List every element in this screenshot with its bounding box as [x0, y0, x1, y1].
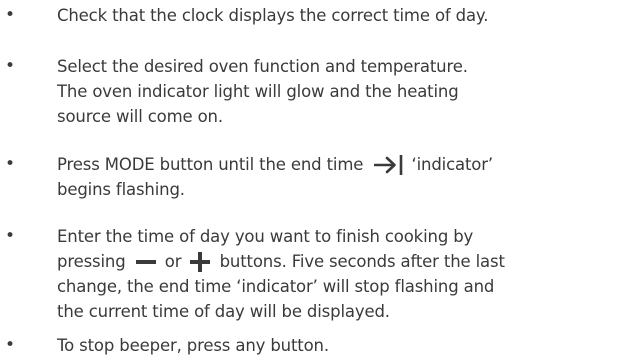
step-line: Select the desired oven function and tem…	[57, 57, 468, 76]
step-line: pressing or buttons. Five seconds after …	[57, 249, 642, 274]
step-line: Press MODE button until the end time ‘in…	[57, 152, 642, 177]
step-line: change, the end time ‘indicator’ will st…	[57, 277, 495, 296]
bullet: •	[5, 56, 16, 76]
step-line: source will come on.	[57, 107, 223, 126]
step-line-part: pressing	[57, 252, 126, 271]
step-line: the current time of day will be displaye…	[57, 302, 390, 321]
step-text: Enter the time of day you want to finish…	[57, 224, 642, 324]
step-text: Check that the clock displays the correc…	[57, 3, 642, 28]
step-line: To stop beeper, press any button.	[57, 336, 329, 355]
bullet: •	[5, 5, 16, 25]
step-line: Enter the time of day you want to finish…	[57, 227, 474, 246]
step-text: To stop beeper, press any button.	[57, 333, 642, 358]
step-line-part: or	[164, 252, 182, 271]
step-line-part: buttons. Five seconds after the last	[219, 252, 505, 271]
bullet: •	[5, 154, 16, 174]
step-text: Select the desired oven function and tem…	[57, 54, 642, 129]
step-line: begins flashing.	[57, 180, 185, 199]
step-line: The oven indicator light will glow and t…	[57, 82, 459, 101]
step-line: Check that the clock displays the correc…	[57, 6, 489, 25]
step-text: Press MODE button until the end time ‘in…	[57, 152, 642, 202]
step-line-part: Press MODE button until the end time	[57, 155, 364, 174]
arrow-right-to-bar-icon	[374, 154, 404, 176]
minus-icon	[135, 255, 157, 269]
bullet: •	[5, 226, 16, 246]
step-line-part: ‘indicator’	[411, 155, 493, 174]
bullet: •	[5, 335, 16, 355]
plus-icon	[189, 251, 211, 273]
